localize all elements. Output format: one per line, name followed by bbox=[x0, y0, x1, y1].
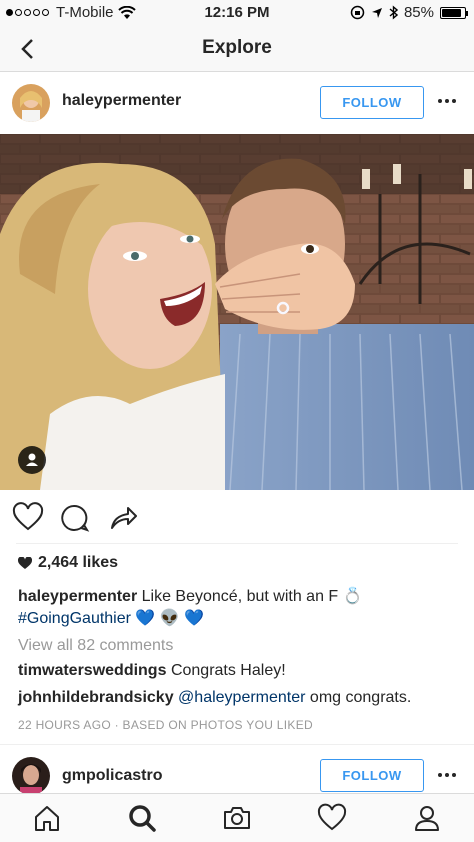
caption-emoji: 💙 👽 💙 bbox=[135, 610, 205, 627]
search-icon[interactable] bbox=[127, 803, 157, 833]
user-tag-icon[interactable] bbox=[18, 446, 46, 474]
caption-username[interactable]: haleypermenter bbox=[18, 588, 137, 605]
post-username[interactable]: haleypermenter bbox=[62, 92, 181, 110]
likes-count[interactable]: 2,464 likes bbox=[18, 554, 118, 572]
heart-icon[interactable] bbox=[12, 502, 44, 534]
post-username[interactable]: gmpolicastro bbox=[62, 767, 162, 785]
action-bar bbox=[0, 500, 474, 536]
camera-icon[interactable] bbox=[222, 803, 252, 833]
battery-percent: 85% bbox=[403, 4, 434, 21]
avatar[interactable] bbox=[12, 84, 50, 122]
comment-username[interactable]: timwatersweddings bbox=[18, 662, 166, 679]
comment-username[interactable]: johnhildebrandsicky bbox=[18, 689, 174, 706]
timestamp-time: 22 HOURS AGO bbox=[18, 718, 111, 732]
post-caption: haleypermenter Like Beyoncé, but with an… bbox=[18, 586, 458, 630]
nav-bar: Explore bbox=[0, 26, 474, 72]
follow-button[interactable]: FOLLOW bbox=[320, 86, 424, 119]
follow-button[interactable]: FOLLOW bbox=[320, 759, 424, 792]
avatar[interactable] bbox=[12, 757, 50, 795]
post-photo[interactable] bbox=[0, 134, 474, 490]
comment-icon[interactable] bbox=[58, 502, 90, 534]
view-all-comments-link[interactable]: View all 82 comments bbox=[18, 637, 173, 655]
tab-bar bbox=[0, 793, 474, 842]
comment-mention[interactable]: @haleypermenter bbox=[178, 689, 305, 706]
caption-hashtag[interactable]: #GoingGauthier bbox=[18, 610, 131, 627]
comment-text: omg congrats. bbox=[309, 689, 412, 706]
location-icon bbox=[371, 7, 382, 18]
status-bar: T-Mobile 12:16 PM 85% bbox=[0, 0, 474, 26]
profile-icon[interactable] bbox=[412, 803, 442, 833]
share-icon[interactable] bbox=[106, 502, 138, 534]
caption-text: Like Beyoncé, but with an F 💍 bbox=[141, 588, 363, 605]
heart-icon[interactable] bbox=[317, 803, 347, 833]
home-icon[interactable] bbox=[32, 803, 62, 833]
heart-filled-icon bbox=[18, 556, 32, 569]
status-right: 85% bbox=[350, 4, 468, 21]
comment-item: timwatersweddings Congrats Haley! bbox=[18, 662, 286, 680]
post-timestamp: 22 HOURS AGO · BASED ON PHOTOS YOU LIKED bbox=[18, 718, 313, 732]
likes-label: 2,464 likes bbox=[38, 554, 119, 571]
more-options-icon[interactable] bbox=[438, 99, 456, 103]
comment-text: Congrats Haley! bbox=[170, 662, 286, 679]
divider bbox=[16, 543, 458, 544]
bluetooth-icon bbox=[389, 5, 398, 20]
battery-icon bbox=[440, 6, 468, 19]
timestamp-source: BASED ON PHOTOS YOU LIKED bbox=[122, 718, 313, 732]
page-title: Explore bbox=[202, 37, 272, 58]
more-options-icon[interactable] bbox=[438, 773, 456, 777]
timestamp-separator: · bbox=[110, 718, 123, 732]
orientation-lock-icon bbox=[350, 5, 365, 20]
comment-item: johnhildebrandsicky @haleypermenter omg … bbox=[18, 689, 411, 707]
post-header: haleypermenter FOLLOW bbox=[0, 72, 474, 134]
